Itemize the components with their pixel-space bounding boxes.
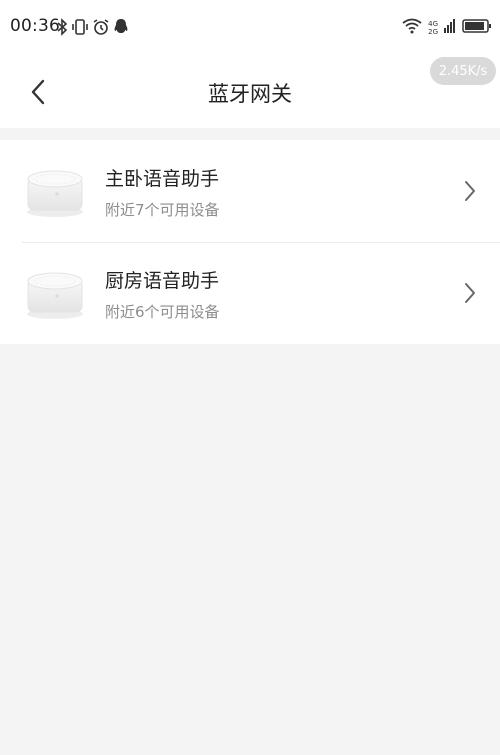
- page-title: 蓝牙网关: [208, 82, 292, 106]
- network-speed-badge: 2.45K/s: [430, 57, 496, 85]
- battery-icon: [462, 18, 492, 38]
- status-time: 00:36: [10, 16, 60, 36]
- device-item-kitchen[interactable]: 厨房语音助手 附近6个可用设备: [0, 242, 500, 344]
- device-name: 主卧语音助手: [105, 168, 220, 190]
- alarm-icon: [92, 18, 110, 36]
- qq-icon: [113, 18, 129, 36]
- network-labels: 4G 2G: [428, 20, 438, 36]
- device-name: 厨房语音助手: [105, 270, 220, 292]
- smart-speaker-image: [27, 272, 83, 319]
- header: 蓝牙网关: [0, 56, 500, 128]
- vibrate-icon: [71, 18, 89, 36]
- smart-speaker-image: [27, 170, 83, 217]
- device-nearby-count: 附近7个可用设备: [105, 201, 220, 219]
- wifi-icon: [402, 18, 422, 38]
- device-list: 主卧语音助手 附近7个可用设备 厨房语音助手 附近6个可用设备: [0, 140, 500, 344]
- chevron-right-icon: [465, 283, 475, 303]
- bluetooth-icon: [56, 18, 68, 36]
- network-bottom-label: 2G: [428, 28, 438, 36]
- chevron-right-icon: [465, 181, 475, 201]
- status-icons-left: [56, 17, 129, 37]
- device-nearby-count: 附近6个可用设备: [105, 303, 220, 321]
- signal-icon: [444, 18, 456, 38]
- device-item-master-bedroom[interactable]: 主卧语音助手 附近7个可用设备: [0, 140, 500, 242]
- status-icons-right: 4G 2G: [402, 17, 492, 39]
- network-top-label: 4G: [428, 20, 438, 28]
- status-bar: 00:36 4G 2G: [0, 0, 500, 56]
